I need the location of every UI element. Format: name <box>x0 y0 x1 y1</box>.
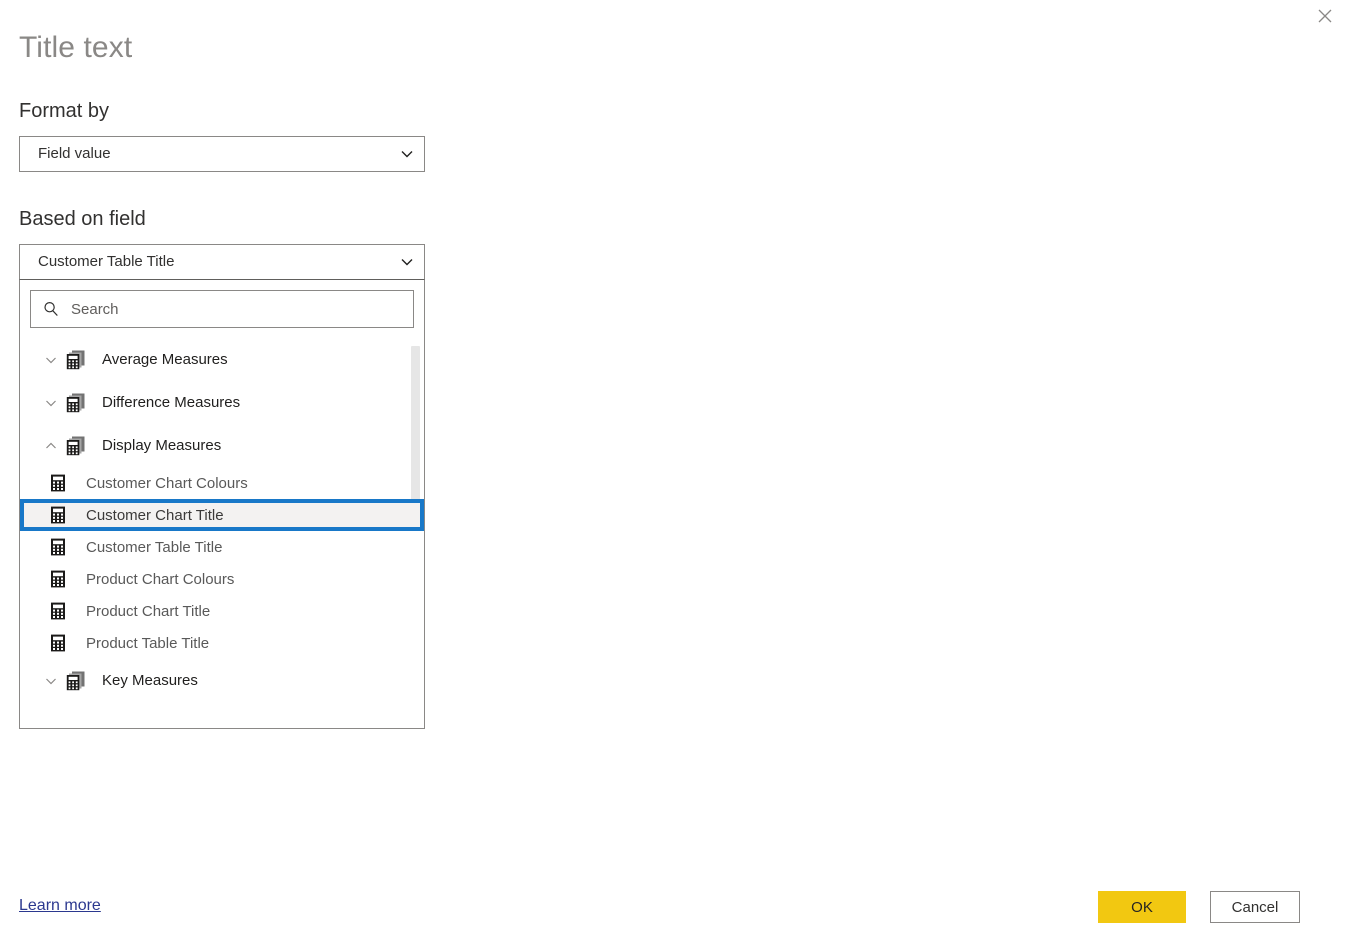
tree-leaf-row[interactable]: Product Chart Title <box>20 595 424 627</box>
measure-group-icon <box>66 393 96 413</box>
tree-group-row[interactable]: Display Measures <box>20 424 424 467</box>
chevron-down-icon[interactable] <box>36 395 66 411</box>
tree-group-row[interactable]: Average Measures <box>20 338 424 381</box>
tree-item-label: Customer Table Title <box>86 538 223 556</box>
tree-group-row[interactable]: Difference Measures <box>20 381 424 424</box>
format-by-dropdown[interactable]: Field value <box>19 136 425 172</box>
tree-scrollbar-thumb[interactable] <box>411 346 420 521</box>
measure-group-icon <box>66 671 96 691</box>
tree-item-label: Product Chart Colours <box>86 570 235 588</box>
tree-group-row[interactable]: Key Measures <box>20 659 424 702</box>
tree-item-label: Product Chart Title <box>86 602 211 620</box>
format-by-value: Field value <box>38 145 111 162</box>
tree-item-label: Average Measures <box>102 351 228 368</box>
tree-leaf-row[interactable]: Customer Chart Colours <box>20 467 424 499</box>
measure-icon <box>50 570 80 588</box>
search-box[interactable] <box>30 290 414 328</box>
chevron-down-icon <box>390 254 424 270</box>
tree-leaf-row[interactable]: Product Table Title <box>20 627 424 659</box>
chevron-up-icon[interactable] <box>36 438 66 454</box>
cancel-button[interactable]: Cancel <box>1210 891 1300 923</box>
measure-tree: Average Measures Difference Measures Displ… <box>20 338 424 728</box>
search-input[interactable] <box>71 291 413 327</box>
measure-icon <box>50 538 80 556</box>
based-on-field-value: Customer Table Title <box>38 253 175 270</box>
tree-leaf-row[interactable]: Customer Chart Title <box>20 499 424 531</box>
tree-item-label: Customer Chart Colours <box>86 474 248 492</box>
format-by-label: Format by <box>19 100 110 122</box>
tree-item-label: Key Measures <box>102 672 198 689</box>
ok-button[interactable]: OK <box>1098 891 1186 923</box>
tree-scrollbar-track[interactable] <box>411 346 420 728</box>
dialog-actions: OK Cancel <box>1098 891 1300 923</box>
based-on-field-dropdown[interactable]: Customer Table Title <box>19 244 425 280</box>
close-icon <box>1317 8 1333 24</box>
measure-icon <box>50 602 80 620</box>
chevron-down-icon[interactable] <box>36 673 66 689</box>
measure-group-icon <box>66 350 96 370</box>
tree-leaf-row[interactable]: Product Chart Colours <box>20 563 424 595</box>
chevron-down-icon[interactable] <box>36 352 66 368</box>
based-on-field-label: Based on field <box>19 208 146 230</box>
measure-icon <box>50 634 80 652</box>
chevron-down-icon <box>390 146 424 162</box>
page-title: Title text <box>19 31 133 64</box>
tree-item-label: Difference Measures <box>102 394 241 411</box>
field-picker-panel: Average Measures Difference Measures Displ… <box>19 280 425 729</box>
measure-icon <box>50 474 80 492</box>
tree-item-label: Customer Chart Title <box>86 506 224 524</box>
tree-leaf-row[interactable]: Customer Table Title <box>20 531 424 563</box>
learn-more-link[interactable]: Learn more <box>19 897 101 915</box>
measure-icon <box>50 506 80 524</box>
measure-group-icon <box>66 436 96 456</box>
search-icon <box>31 300 71 318</box>
close-button[interactable] <box>1302 0 1348 32</box>
tree-item-label: Product Table Title <box>86 634 210 652</box>
dialog-content: Title text Format by Field value Based o… <box>19 28 579 729</box>
tree-item-label: Display Measures <box>102 437 222 454</box>
